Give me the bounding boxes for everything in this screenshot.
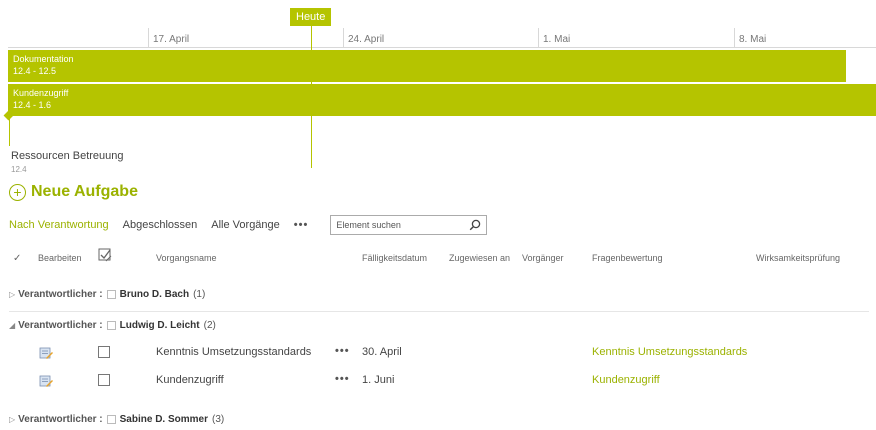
rating-link[interactable]: Kundenzugriff — [592, 374, 660, 386]
select-all-column[interactable]: ✓ — [13, 253, 21, 264]
column-header-effectiveness[interactable]: Wirksamkeitsprüfung — [756, 253, 840, 263]
tab-alle-vorgaenge[interactable]: Alle Vorgänge — [211, 219, 280, 231]
date-tick: 17. April — [148, 28, 189, 48]
group-checkbox[interactable] — [106, 290, 116, 299]
today-line — [311, 26, 312, 168]
new-task-button[interactable]: + Neue Aufgabe — [9, 183, 138, 201]
search-input[interactable] — [336, 220, 457, 230]
bulk-edit-icon[interactable] — [98, 248, 112, 264]
row-checkbox[interactable] — [98, 374, 110, 386]
group-count: (1) — [193, 289, 206, 300]
bar-range: 12.4 - 1.6 — [13, 100, 52, 110]
row-checkbox[interactable] — [98, 346, 110, 358]
list-header: ✓ Bearbeiten Vorgangsname Fälligkeitsdat… — [0, 247, 876, 267]
date-tick: 8. Mai — [734, 28, 766, 48]
group-header-ludwig[interactable]: ◢ Verantwortlicher : Ludwig D. Leicht (2… — [9, 320, 216, 331]
expand-arrow-icon[interactable]: ▷ — [9, 415, 15, 424]
group-header-sabine[interactable]: ▷ Verantwortlicher : Sabine D. Sommer (3… — [9, 414, 224, 425]
bar-range: 12.4 - 12.5 — [13, 66, 57, 76]
column-header-name[interactable]: Vorgangsname — [156, 253, 217, 263]
date-tick: 24. April — [343, 28, 384, 48]
group-header-bruno[interactable]: ▷ Verantwortlicher : Bruno D. Bach (1) — [9, 289, 205, 300]
column-header-rating[interactable]: Fragenbewertung — [592, 253, 663, 263]
column-header-edit[interactable]: Bearbeiten — [38, 253, 82, 263]
row-menu-button[interactable]: ••• — [335, 345, 350, 357]
group-name: Bruno D. Bach — [119, 289, 190, 300]
group-count: (2) — [203, 320, 216, 331]
milestone-name[interactable]: Ressourcen Betreuung — [11, 150, 124, 162]
bar-name: Kundenzugriff — [13, 88, 69, 98]
today-marker: Heute — [290, 8, 332, 26]
new-task-label: Neue Aufgabe — [31, 183, 138, 200]
group-checkbox[interactable] — [106, 321, 116, 330]
expand-arrow-icon[interactable]: ▷ — [9, 290, 15, 299]
due-date: 1. Juni — [362, 374, 395, 386]
group-label: Verantwortlicher : — [18, 289, 103, 300]
edit-icon[interactable] — [39, 374, 53, 388]
group-label: Verantwortlicher : — [18, 414, 103, 425]
table-row[interactable]: Kundenzugriff ••• 1. Juni Kundenzugriff — [0, 370, 876, 394]
timeline: Heute 17. April 24. April 1. Mai 8. Mai … — [0, 0, 876, 180]
column-header-assigned[interactable]: Zugewiesen an — [449, 253, 510, 263]
timeline-date-axis: 17. April 24. April 1. Mai 8. Mai — [8, 28, 876, 48]
plus-circle-icon: + — [9, 183, 26, 201]
search-icon[interactable] — [469, 219, 481, 231]
group-count: (3) — [211, 414, 225, 425]
group-checkbox[interactable] — [106, 415, 116, 424]
column-header-due[interactable]: Fälligkeitsdatum — [362, 253, 427, 263]
rating-link[interactable]: Kenntnis Umsetzungsstandards — [592, 346, 747, 358]
due-date: 30. April — [362, 346, 402, 358]
date-tick: 1. Mai — [538, 28, 570, 48]
task-name[interactable]: Kenntnis Umsetzungsstandards — [156, 346, 311, 358]
column-header-predecessor[interactable]: Vorgänger — [522, 253, 564, 263]
row-menu-button[interactable]: ••• — [335, 373, 350, 385]
tab-nach-verantwortung[interactable]: Nach Verantwortung — [9, 219, 109, 231]
milestone-date: 12.4 — [11, 165, 27, 174]
search-box — [330, 215, 488, 235]
more-views-button[interactable]: ••• — [294, 219, 309, 231]
table-row[interactable]: Kenntnis Umsetzungsstandards ••• 30. Apr… — [0, 342, 876, 366]
edit-icon[interactable] — [39, 346, 53, 360]
timeline-axis-line — [8, 47, 876, 48]
group-name: Ludwig D. Leicht — [119, 320, 200, 331]
tab-abgeschlossen[interactable]: Abgeschlossen — [123, 219, 198, 231]
bar-name: Dokumentation — [13, 54, 74, 64]
collapse-arrow-icon[interactable]: ◢ — [9, 321, 15, 330]
group-label: Verantwortlicher : — [18, 320, 103, 331]
task-name[interactable]: Kundenzugriff — [156, 374, 224, 386]
timeline-bar-kundenzugriff[interactable]: Kundenzugriff 12.4 - 1.6 — [8, 84, 876, 116]
view-switcher: Nach Verantwortung Abgeschlossen Alle Vo… — [9, 215, 488, 235]
group-name: Sabine D. Sommer — [119, 414, 208, 425]
milestone-line — [9, 116, 10, 146]
divider — [9, 311, 869, 312]
timeline-bar-dokumentation[interactable]: Dokumentation 12.4 - 12.5 — [8, 50, 846, 82]
